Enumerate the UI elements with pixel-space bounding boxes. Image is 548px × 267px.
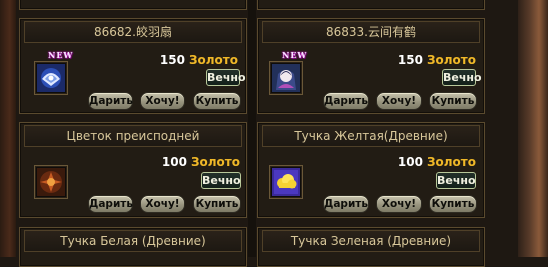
price-value: 100 (161, 155, 187, 169)
item-slot[interactable] (269, 61, 303, 95)
want-button[interactable]: Хочу! (376, 92, 422, 110)
card-partial-top-right (257, 0, 485, 10)
buy-button[interactable]: Купить (429, 195, 477, 213)
price-value: 150 (397, 53, 423, 67)
item-title: Тучка Зеленая (Древние) (262, 230, 480, 252)
currency-label: Золото (190, 155, 240, 169)
gift-button[interactable]: Дарить (88, 92, 133, 110)
card-partial-top-left (19, 0, 247, 10)
duration-badge: Вечно (436, 172, 476, 189)
gift-button[interactable]: Дарить (88, 195, 133, 213)
new-badge: NEW (282, 50, 308, 60)
shop-item-card: Тучка Желтая(Древние) 100 Золото Вечно Да… (257, 122, 485, 218)
gift-button[interactable]: Дарить (323, 92, 369, 110)
yellow-cloud-icon (272, 168, 300, 196)
shop-item-card: Тучка Зеленая (Древние) (257, 227, 485, 267)
price-value: 100 (397, 155, 423, 169)
crane-portrait-icon (272, 64, 300, 92)
column-divider (248, 0, 256, 257)
currency-label: Золото (188, 53, 238, 67)
currency-label: Золото (426, 53, 476, 67)
duration-badge: Вечно (442, 69, 482, 86)
right-backdrop (518, 0, 548, 257)
item-title: Тучка Белая (Древние) (24, 230, 242, 252)
buy-button[interactable]: Купить (193, 92, 241, 110)
want-button[interactable]: Хочу! (140, 195, 185, 213)
shop-item-card: Цветок преисподней 100 Золото Вечно Дарит… (19, 122, 247, 218)
duration-badge: Вечно (206, 69, 246, 86)
shop-item-card: 86833.云间有鹤 NEW 150 Золото Вечно Дарить Хо… (257, 18, 485, 114)
fan-icon (37, 64, 65, 92)
want-button[interactable]: Хочу! (376, 195, 422, 213)
item-title: Тучка Желтая(Древние) (262, 125, 480, 147)
price-value: 150 (159, 53, 185, 67)
underworld-flower-icon (37, 168, 65, 196)
price: 150 Золото (398, 53, 476, 67)
item-title: Цветок преисподней (24, 125, 242, 147)
want-button[interactable]: Хочу! (140, 92, 185, 110)
item-slot[interactable] (269, 165, 303, 199)
item-title: 86833.云间有鹤 (262, 21, 480, 43)
shop-item-card: Тучка Белая (Древние) (19, 227, 247, 267)
item-slot[interactable] (34, 165, 68, 199)
duration-badge: Вечно (201, 172, 241, 189)
price: 100 Золото (162, 155, 240, 169)
currency-label: Золото (426, 155, 476, 169)
gift-button[interactable]: Дарить (323, 195, 369, 213)
buy-button[interactable]: Купить (429, 92, 477, 110)
buy-button[interactable]: Купить (193, 195, 241, 213)
item-slot[interactable] (34, 61, 68, 95)
shop-item-card: 86682.皎羽扇 NEW 150 Золото Вечно Дарить Хоч… (19, 18, 247, 114)
price: 150 Золото (160, 53, 238, 67)
new-badge: NEW (48, 50, 74, 60)
price: 100 Золото (398, 155, 476, 169)
left-backdrop (0, 0, 16, 257)
item-title: 86682.皎羽扇 (24, 21, 242, 43)
